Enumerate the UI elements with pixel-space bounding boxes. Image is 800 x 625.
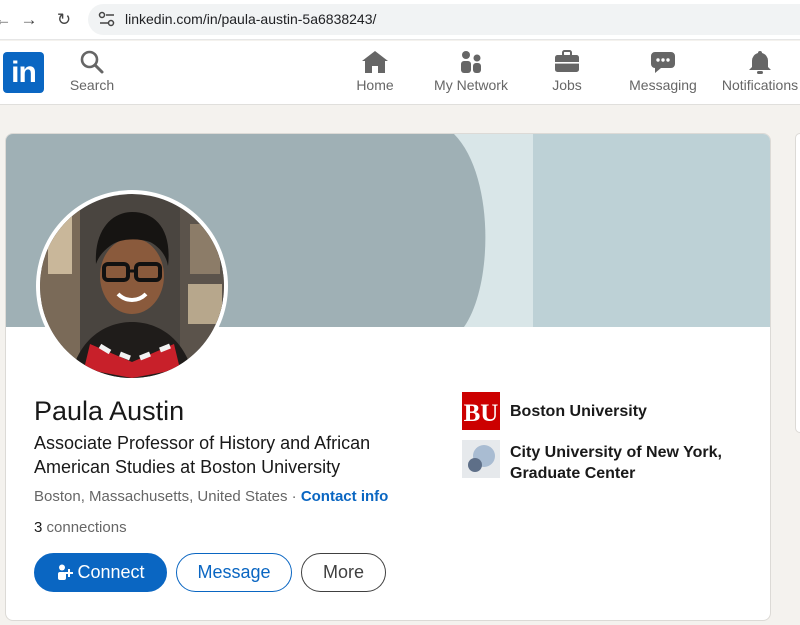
nav-jobs-label: Jobs <box>552 77 582 93</box>
add-person-icon <box>58 564 74 580</box>
nav-messaging[interactable]: Messaging <box>622 49 704 101</box>
nav-search-label: Search <box>69 77 115 93</box>
profile-photo-frame[interactable] <box>36 190 228 382</box>
forward-arrow-icon[interactable]: → <box>18 9 40 31</box>
browser-toolbar: ← → ↻ linkedin.com/in/paula-austin-5a683… <box>0 0 800 40</box>
profile-card: Paula Austin Associate Professor of Hist… <box>5 133 771 621</box>
side-panel-edge <box>795 133 800 433</box>
nav-notifications-label: Notifications <box>721 77 799 93</box>
people-icon <box>461 51 481 73</box>
briefcase-icon <box>555 50 579 72</box>
connections-count[interactable]: 3 connections <box>34 519 127 536</box>
message-button[interactable]: Message <box>176 553 292 592</box>
message-bubble-icon <box>651 52 675 73</box>
home-icon <box>362 51 388 73</box>
nav-my-network-label: My Network <box>434 77 508 93</box>
site-settings-icon[interactable] <box>98 11 116 28</box>
global-nav: in Search Home My Network Jobs Messaging… <box>0 41 800 105</box>
education-name-boston-university: Boston University <box>510 403 647 420</box>
profile-headline: Associate Professor of History and Afric… <box>34 433 371 477</box>
reload-icon[interactable]: ↻ <box>53 9 75 31</box>
boston-university-logo-text: BU <box>464 400 499 427</box>
profile-name: Paula Austin <box>34 396 185 426</box>
connect-label: Connect <box>77 562 145 582</box>
profile-photo[interactable] <box>40 194 224 378</box>
url-text[interactable]: linkedin.com/in/paula-austin-5a6838243/ <box>125 11 376 27</box>
address-bar[interactable]: linkedin.com/in/paula-austin-5a6838243/ <box>88 4 800 35</box>
linkedin-logo-icon[interactable]: in <box>3 52 44 93</box>
nav-search[interactable]: Search <box>62 49 122 101</box>
cuny-logo-icon <box>462 440 500 478</box>
separator-dot: · <box>287 488 301 505</box>
contact-info-link[interactable]: Contact info <box>301 488 389 505</box>
nav-home[interactable]: Home <box>345 49 405 101</box>
bell-icon <box>749 51 771 74</box>
search-icon <box>80 50 104 74</box>
nav-messaging-label: Messaging <box>629 77 697 93</box>
nav-notifications[interactable]: Notifications <box>715 49 800 101</box>
profile-location: Boston, Massachusetts, United States <box>34 488 288 505</box>
nav-my-network[interactable]: My Network <box>425 49 517 101</box>
nav-jobs[interactable]: Jobs <box>537 49 597 101</box>
education-name-cuny: City University of New York, Graduate Ce… <box>510 444 722 482</box>
location-row: Boston, Massachusetts, United States · C… <box>34 488 388 505</box>
connections-label: connections <box>42 519 127 536</box>
back-arrow-icon[interactable]: ← <box>0 9 14 31</box>
boston-university-logo-icon: BU <box>462 392 500 430</box>
connect-button[interactable]: Connect <box>34 553 167 592</box>
more-button[interactable]: More <box>301 553 386 592</box>
nav-home-label: Home <box>356 77 394 93</box>
